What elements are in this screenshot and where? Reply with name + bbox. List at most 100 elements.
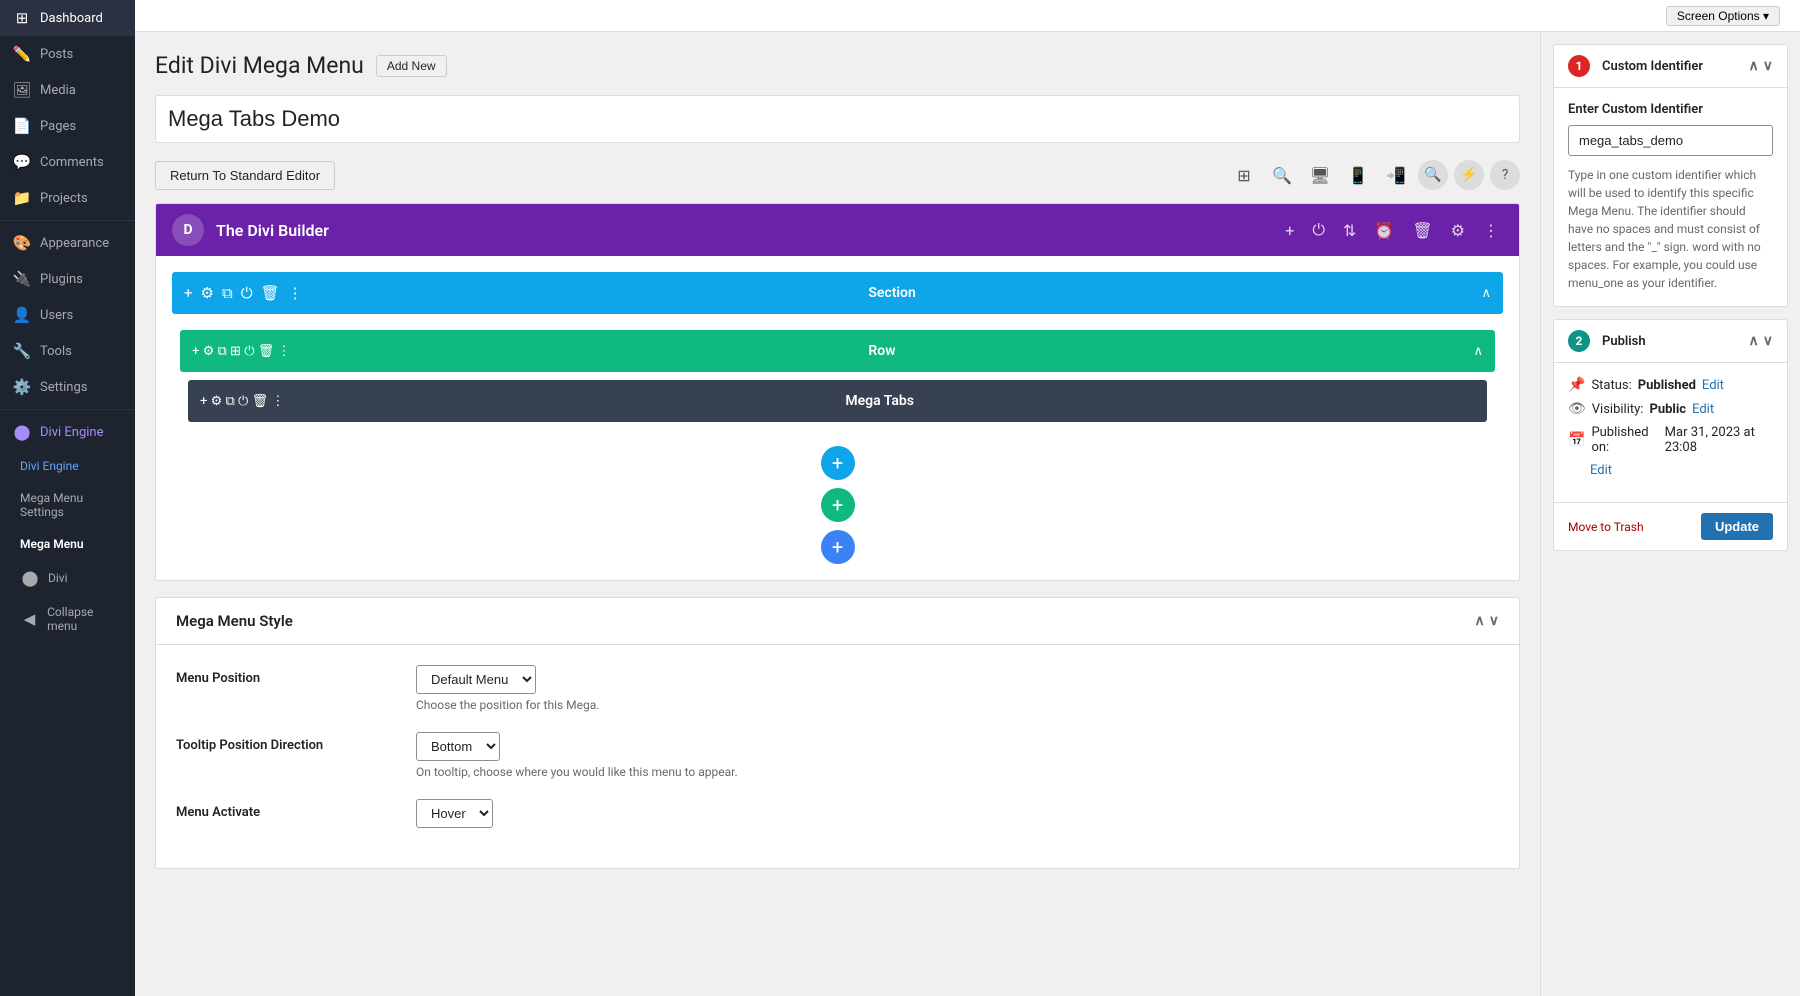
menu-position-label: Menu Position xyxy=(176,665,396,686)
chevron-up-pub-icon: ∧ xyxy=(1749,333,1759,349)
sidebar-item-divi-engine[interactable]: ⬤ Divi Engine xyxy=(0,414,135,450)
section-label: Section xyxy=(303,285,1482,301)
row-columns-icon[interactable]: ⊞ xyxy=(230,344,241,359)
menu-activate-row: Menu Activate Hover xyxy=(176,799,1499,828)
divi-builder-title: The Divi Builder xyxy=(216,221,1269,240)
users-icon: 👤 xyxy=(12,306,32,324)
row-disable-icon[interactable]: ⏻ xyxy=(244,344,254,359)
section-chevron-icon[interactable]: ∧ xyxy=(1481,286,1491,301)
row-settings-icon[interactable]: ⚙ xyxy=(203,344,215,359)
sidebar-item-plugins[interactable]: 🔌 Plugins xyxy=(0,261,135,297)
add-circle-2[interactable]: + xyxy=(821,488,855,522)
module-duplicate-icon[interactable]: ⧉ xyxy=(226,394,235,409)
power-icon[interactable]: ⏻ xyxy=(1308,216,1329,244)
section-more-icon[interactable]: ⋮ xyxy=(288,284,303,302)
publish-toggle[interactable]: ∧ ∨ xyxy=(1749,333,1774,349)
content-wrap: Edit Divi Mega Menu Add New Return To St… xyxy=(135,32,1800,996)
module-trash-icon[interactable]: 🗑 xyxy=(252,394,269,409)
module-disable-icon[interactable]: ⏻ xyxy=(238,394,248,409)
tablet-icon[interactable]: 📱 xyxy=(1342,159,1374,191)
menu-activate-content: Hover xyxy=(416,799,1499,828)
publish-header: 2 Publish ∧ ∨ xyxy=(1554,320,1787,363)
dots-header-icon[interactable]: ⋮ xyxy=(1479,217,1503,244)
sidebar-item-divi-engine-sub[interactable]: Divi Engine xyxy=(0,450,135,482)
mega-menu-style-toggle[interactable]: ∧ ∨ xyxy=(1475,613,1500,629)
clock-icon[interactable]: ⏰ xyxy=(1370,217,1398,244)
section-trash-icon[interactable]: 🗑 xyxy=(261,284,280,302)
row-add-icon[interactable]: + xyxy=(192,344,199,359)
custom-identifier-box: 1 Custom Identifier ∧ ∨ Enter Custom Ide… xyxy=(1553,44,1788,307)
divi-engine-icon: ⬤ xyxy=(12,423,32,441)
post-title-input[interactable] xyxy=(155,95,1520,143)
add-icon[interactable]: + xyxy=(1281,217,1298,244)
pages-icon: 📄 xyxy=(12,117,32,135)
sidebar-item-posts[interactable]: ✏️ Posts xyxy=(0,36,135,72)
update-button[interactable]: Update xyxy=(1701,513,1773,540)
add-circle-3[interactable]: + xyxy=(821,530,855,564)
sidebar-item-mega-menu[interactable]: Mega Menu xyxy=(0,528,135,560)
mobile-icon[interactable]: 📲 xyxy=(1380,159,1412,191)
module-label: Mega Tabs xyxy=(284,393,1475,409)
sidebar-item-appearance[interactable]: 🎨 Appearance xyxy=(0,225,135,261)
visibility-edit-link[interactable]: Edit xyxy=(1692,402,1714,417)
grid-icon[interactable]: ⊞ xyxy=(1228,159,1260,191)
sidebar-item-pages[interactable]: 📄 Pages xyxy=(0,108,135,144)
circle-icon-3[interactable]: ? xyxy=(1490,160,1520,190)
section-add-icon[interactable]: + xyxy=(184,284,193,302)
add-circle-1[interactable]: + xyxy=(821,446,855,480)
sidebar-item-comments[interactable]: 💬 Comments xyxy=(0,144,135,180)
menu-activate-select[interactable]: Hover xyxy=(416,799,493,828)
row-duplicate-icon[interactable]: ⧉ xyxy=(218,344,227,359)
divi-logo: D xyxy=(172,214,204,246)
mega-menu-style-header: Mega Menu Style ∧ ∨ xyxy=(156,598,1519,645)
page-title: Edit Divi Mega Menu xyxy=(155,52,364,79)
sidebar-item-mega-menu-settings[interactable]: Mega Menu Settings xyxy=(0,482,135,528)
section-disable-icon[interactable]: ⏻ xyxy=(241,284,253,302)
badge-1: 1 xyxy=(1568,55,1590,77)
trash-header-icon[interactable]: 🗑 xyxy=(1408,217,1436,244)
calendar-icon: 📅 xyxy=(1568,432,1585,448)
published-label: Published on: xyxy=(1591,425,1658,455)
published-date-edit-link[interactable]: Edit xyxy=(1590,463,1612,478)
menu-position-content: Default Menu Choose the position for thi… xyxy=(416,665,1499,712)
return-to-standard-editor-button[interactable]: Return To Standard Editor xyxy=(155,161,335,190)
page-header: Edit Divi Mega Menu Add New xyxy=(155,52,1520,79)
row-more-icon[interactable]: ⋮ xyxy=(277,344,290,359)
tools-icon: 🔧 xyxy=(12,342,32,360)
sidebar-item-dashboard[interactable]: ⊞ Dashboard xyxy=(0,0,135,36)
screen-options-button[interactable]: Screen Options ▾ xyxy=(1666,6,1780,26)
custom-identifier-toggle[interactable]: ∧ ∨ xyxy=(1749,58,1774,74)
row-chevron-icon[interactable]: ∧ xyxy=(1473,344,1483,359)
menu-position-row: Menu Position Default Menu Choose the po… xyxy=(176,665,1499,712)
section-settings-icon[interactable]: ⚙ xyxy=(201,284,214,302)
arrows-icon[interactable]: ⇅ xyxy=(1339,217,1360,244)
menu-position-desc: Choose the position for this Mega. xyxy=(416,698,1499,712)
add-new-button[interactable]: Add New xyxy=(376,55,447,77)
module-more-icon[interactable]: ⋮ xyxy=(271,394,284,409)
publish-title: Publish xyxy=(1602,334,1646,349)
sidebar-item-users[interactable]: 👤 Users xyxy=(0,297,135,333)
sidebar-item-projects[interactable]: 📁 Projects xyxy=(0,180,135,216)
menu-position-select[interactable]: Default Menu xyxy=(416,665,536,694)
circle-icon-1[interactable]: 🔍 xyxy=(1418,160,1448,190)
desktop-icon[interactable]: 🖥 xyxy=(1304,159,1336,191)
section-duplicate-icon[interactable]: ⧉ xyxy=(222,284,233,302)
sidebar-item-settings[interactable]: ⚙️ Settings xyxy=(0,369,135,405)
sidebar-collapse-menu[interactable]: ◀ Collapse menu xyxy=(0,596,135,642)
sidebar-divider xyxy=(0,220,135,221)
status-edit-link[interactable]: Edit xyxy=(1702,378,1724,393)
module-settings-icon[interactable]: ⚙ xyxy=(211,394,223,409)
gear-header-icon[interactable]: ⚙ xyxy=(1447,217,1469,244)
row-trash-icon[interactable]: 🗑 xyxy=(258,344,275,359)
sidebar-item-divi[interactable]: ⬤ Divi xyxy=(0,560,135,596)
circle-icon-2[interactable]: ⚡ xyxy=(1454,160,1484,190)
custom-identifier-input[interactable] xyxy=(1568,125,1773,156)
settings-icon: ⚙️ xyxy=(12,378,32,396)
visibility-row: 👁 Visibility: Public Edit xyxy=(1568,401,1773,417)
tooltip-position-select[interactable]: Bottom xyxy=(416,732,500,761)
sidebar-item-tools[interactable]: 🔧 Tools xyxy=(0,333,135,369)
move-to-trash-link[interactable]: Move to Trash xyxy=(1568,520,1644,534)
sidebar-item-media[interactable]: 🖼 Media xyxy=(0,72,135,108)
module-add-icon[interactable]: + xyxy=(200,394,207,409)
search-icon[interactable]: 🔍 xyxy=(1266,159,1298,191)
